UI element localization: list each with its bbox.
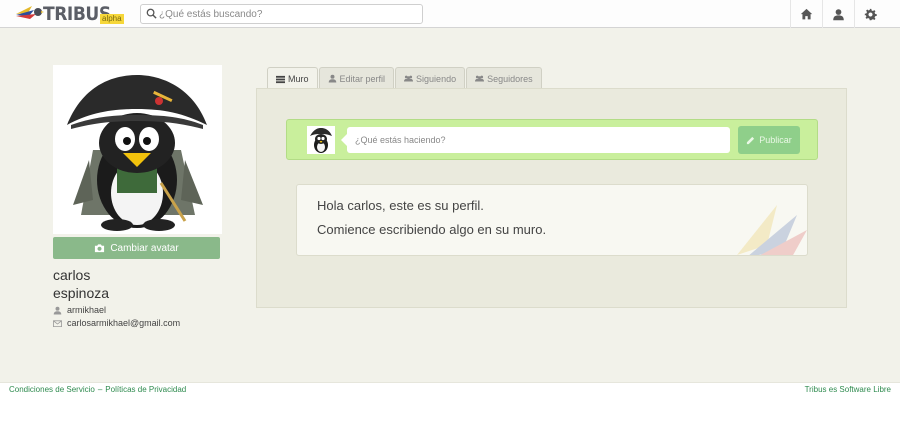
bird-logo-icon (16, 6, 44, 19)
footer-links: Condiciones de Servicio – Políticas de P… (9, 385, 186, 394)
tab-label: Muro (288, 74, 309, 84)
terms-link[interactable]: Condiciones de Servicio (9, 385, 95, 394)
tab-label: Editar perfil (339, 73, 386, 84)
top-navbar: TRIBUS alpha (0, 0, 900, 28)
free-software-link[interactable]: Tribus es Software Libre (805, 385, 891, 394)
tab-editar-perfil[interactable]: Editar perfil (318, 67, 395, 89)
search-icon (146, 8, 157, 19)
user-icon (53, 306, 62, 315)
nav-icons (790, 0, 886, 28)
username: armikhael (67, 305, 107, 315)
profile-tabs: Muro Editar perfil Siguiendo Seguidores (267, 67, 543, 90)
composer-avatar (307, 126, 335, 154)
home-button[interactable] (790, 0, 822, 28)
publish-label: Publicar (759, 135, 792, 145)
user-full-name: carlos espinoza (53, 266, 109, 302)
camera-icon (95, 244, 105, 253)
home-icon (800, 8, 813, 19)
user-first-name: carlos (53, 267, 91, 283)
search-box[interactable] (140, 4, 423, 24)
user-email: carlosarmikhael@gmail.com (67, 318, 181, 328)
change-avatar-button[interactable]: Cambiar avatar (53, 237, 220, 259)
tab-muro[interactable]: Muro (267, 67, 318, 90)
tab-label: Seguidores (487, 73, 533, 84)
privacy-link[interactable]: Políticas de Privacidad (105, 385, 186, 394)
settings-button[interactable] (854, 0, 886, 28)
profile-button[interactable] (822, 0, 854, 28)
tab-label: Siguiendo (416, 73, 457, 84)
user-icon (328, 74, 336, 83)
post-composer: Publicar (286, 119, 818, 160)
tribus-logo[interactable]: TRIBUS alpha (14, 2, 126, 26)
napoleon-penguin-avatar (67, 75, 207, 231)
tab-seguidores[interactable]: Seguidores (466, 67, 542, 89)
penguin-mini-icon (310, 128, 332, 153)
user-last-name: espinoza (53, 285, 110, 301)
welcome-message: Hola carlos, este es su perfil. Comience… (296, 184, 808, 256)
envelope-icon (53, 319, 62, 327)
alpha-badge: alpha (100, 14, 124, 24)
email-row: carlosarmikhael@gmail.com (53, 318, 180, 328)
group-icon (475, 75, 485, 82)
welcome-line-2: Comience escribiendo algo en su muro. (317, 222, 547, 237)
list-icon (276, 75, 285, 83)
welcome-line-1: Hola carlos, este es su perfil. (317, 198, 484, 213)
post-input[interactable] (347, 127, 730, 153)
profile-avatar (53, 65, 222, 234)
footer: Condiciones de Servicio – Políticas de P… (0, 382, 900, 448)
publish-button[interactable]: Publicar (738, 126, 800, 154)
search-input[interactable] (159, 6, 417, 22)
pencil-icon (747, 136, 755, 144)
tab-siguiendo[interactable]: Siguiendo (395, 67, 466, 89)
username-row: armikhael (53, 305, 106, 315)
gear-icon (864, 8, 877, 20)
footer-separator: – (97, 385, 103, 394)
change-avatar-label: Cambiar avatar (110, 242, 179, 254)
user-icon (833, 8, 844, 20)
group-icon (404, 75, 414, 82)
